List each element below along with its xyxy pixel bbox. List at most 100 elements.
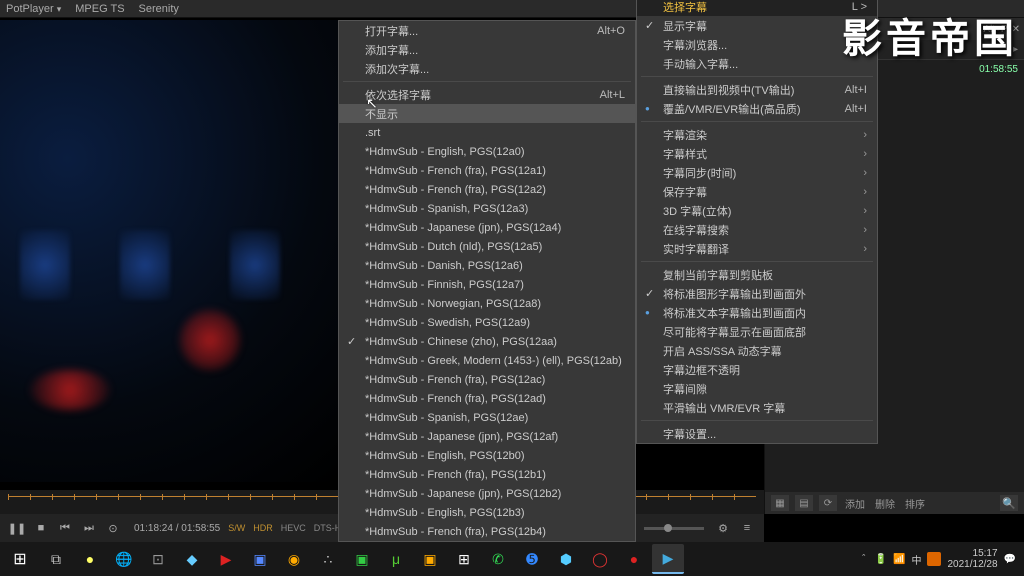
subtitle-track-item[interactable]: *HdmvSub - Japanese (jpn), PGS(12af) <box>339 427 635 446</box>
menu2-gap[interactable]: 字幕间隙 <box>637 379 877 398</box>
pause-button[interactable]: ❚❚ <box>6 518 28 538</box>
menu2-border-opaque[interactable]: 字幕边框不透明 <box>637 360 877 379</box>
subtitle-track-item[interactable]: *HdmvSub - Norwegian, PGS(12a8) <box>339 294 635 313</box>
subtitle-track-item[interactable]: *HdmvSub - Danish, PGS(12a6) <box>339 256 635 275</box>
menu-add-subtitle[interactable]: 添加字幕... <box>339 40 635 59</box>
app-icon[interactable]: ● <box>618 544 650 574</box>
tray-app-icon[interactable] <box>927 552 941 566</box>
menu-add-secondary-subtitle[interactable]: 添加次字幕... <box>339 59 635 78</box>
menu2-graphic-outside[interactable]: 将标准图形字幕输出到画面外 <box>637 284 877 303</box>
webcam-icon[interactable]: ⊙ <box>102 518 124 538</box>
app-icon[interactable]: ⊡ <box>142 544 174 574</box>
subtitle-track-item[interactable]: *HdmvSub - English, PGS(12a0) <box>339 142 635 161</box>
subtitle-track-item[interactable]: *HdmvSub - French (fra), PGS(12b4) <box>339 522 635 541</box>
subtitle-track-item[interactable]: *HdmvSub - Chinese (zho), PGS(12aa) <box>339 332 635 351</box>
app-icon[interactable]: ◆ <box>176 544 208 574</box>
menu2-translate[interactable]: 实时字幕翻译› <box>637 239 877 258</box>
playlist-add[interactable]: 添加 <box>843 496 867 511</box>
app-icon[interactable]: ▣ <box>244 544 276 574</box>
menu2-style[interactable]: 字幕样式› <box>637 144 877 163</box>
start-button[interactable]: ⊞ <box>2 544 38 574</box>
menu-srt[interactable]: .srt <box>339 123 635 142</box>
taskview-icon[interactable]: ⧉ <box>40 544 72 574</box>
settings-icon[interactable]: ⚙ <box>712 518 734 538</box>
subtitle-track-item[interactable]: *HdmvSub - Finnish, PGS(12a7) <box>339 275 635 294</box>
app-icon[interactable]: ▣ <box>346 544 378 574</box>
subtitle-track-item[interactable]: *HdmvSub - Japanese (jpn), PGS(12b2) <box>339 484 635 503</box>
app-icon[interactable]: ⊞ <box>448 544 480 574</box>
menu2-sync[interactable]: 字幕同步(时间)› <box>637 163 877 182</box>
time-display: 01:18:24 / 01:58:55 <box>134 523 220 534</box>
menu2-online-search[interactable]: 在线字幕搜索› <box>637 220 877 239</box>
app-icon[interactable]: ∴ <box>312 544 344 574</box>
subtitle-track-item[interactable]: *HdmvSub - English, PGS(12b0) <box>339 446 635 465</box>
video-viewport[interactable] <box>0 20 338 482</box>
app-icon[interactable]: ◉ <box>278 544 310 574</box>
playlist-btn-a[interactable]: ▦ <box>771 495 789 511</box>
menu2-bottom-display[interactable]: 尽可能将字幕显示在画面底部 <box>637 322 877 341</box>
app-icon[interactable]: ✆ <box>482 544 514 574</box>
menu2-subtitle-browser[interactable]: 字幕浏览器... <box>637 35 877 54</box>
subtitle-track-item[interactable]: *HdmvSub - French (fra), PGS(12ac) <box>339 370 635 389</box>
subtitle-track-item[interactable]: *HdmvSub - French (fra), PGS(12a1) <box>339 161 635 180</box>
stop-button[interactable]: ■ <box>30 518 52 538</box>
next-button[interactable]: ⏭ <box>78 518 100 538</box>
tray-chevron-icon[interactable]: ＾ <box>859 552 869 567</box>
playlist-btn-b[interactable]: ▤ <box>795 495 813 511</box>
menu-select-in-turn[interactable]: 依次选择字幕Alt+L <box>339 85 635 104</box>
menu2-show-subtitle[interactable]: 显示字幕 <box>637 16 877 35</box>
subtitle-track-item[interactable]: *HdmvSub - Spanish, PGS(12a3) <box>339 199 635 218</box>
menu-no-display[interactable]: 不显示 <box>339 104 635 123</box>
app-icon[interactable]: ● <box>74 544 106 574</box>
tray-wifi-icon[interactable]: 📶 <box>893 554 905 565</box>
tag-hevc: HEVC <box>281 523 306 533</box>
prev-button[interactable]: ⏮ <box>54 518 76 538</box>
potplayer-task-icon[interactable]: ▶ <box>652 544 684 574</box>
app-icon[interactable]: 🌐 <box>108 544 140 574</box>
subtitle-track-item[interactable]: *HdmvSub - French (fra), PGS(12ad) <box>339 389 635 408</box>
app-icon[interactable]: ▣ <box>414 544 446 574</box>
app-icon[interactable]: ➎ <box>516 544 548 574</box>
menu2-overlay-output[interactable]: 覆盖/VMR/EVR输出(高品质)Alt+I <box>637 99 877 118</box>
menu2-3d[interactable]: 3D 字幕(立体)› <box>637 201 877 220</box>
system-tray[interactable]: ＾ 🔋 📶 中 15:17 2021/12/28 💬 <box>859 548 1022 570</box>
menu2-ass-ssa[interactable]: 开启 ASS/SSA 动态字幕 <box>637 341 877 360</box>
volume-slider[interactable] <box>644 527 704 530</box>
playlist-btn-c[interactable]: ⟳ <box>819 495 837 511</box>
menu2-manual-input[interactable]: 手动输入字幕... <box>637 54 877 73</box>
app-icon[interactable]: ▶ <box>210 544 242 574</box>
menu2-save[interactable]: 保存字幕› <box>637 182 877 201</box>
menu2-smooth-vmr[interactable]: 平滑输出 VMR/EVR 字幕 <box>637 398 877 417</box>
app-icon[interactable]: ◯ <box>584 544 616 574</box>
playlist-toggle-icon[interactable]: ≡ <box>736 518 758 538</box>
subtitle-track-item[interactable]: *HdmvSub - Dutch (nld), PGS(12a5) <box>339 237 635 256</box>
playlist-sort[interactable]: 排序 <box>903 496 927 511</box>
app-icon[interactable]: μ <box>380 544 412 574</box>
menu-group-open: 打开字幕...Alt+O 添加字幕... 添加次字幕... <box>339 21 635 78</box>
menu2-copy-clipboard[interactable]: 复制当前字幕到剪贴板 <box>637 265 877 284</box>
menu2-render[interactable]: 字幕渲染› <box>637 125 877 144</box>
menu2-settings[interactable]: 字幕设置... <box>637 424 877 443</box>
tray-ime-icon[interactable]: 中 <box>911 552 921 567</box>
app-name[interactable]: PotPlayer <box>6 3 61 15</box>
subtitle-track-item[interactable]: *HdmvSub - Japanese (jpn), PGS(12a4) <box>339 218 635 237</box>
notification-icon[interactable]: 💬 <box>1004 554 1016 565</box>
menu-open-subtitle[interactable]: 打开字幕...Alt+O <box>339 21 635 40</box>
menu2-title[interactable]: 选择字幕L > <box>637 0 877 16</box>
playlist-delete[interactable]: 删除 <box>873 496 897 511</box>
search-icon[interactable]: 🔍 <box>1000 495 1018 511</box>
windows-taskbar: ⊞ ⧉ ● 🌐 ⊡ ◆ ▶ ▣ ◉ ∴ ▣ μ ▣ ⊞ ✆ ➎ ⬢ ◯ ● ▶ … <box>0 542 1024 576</box>
subtitle-track-item[interactable]: *HdmvSub - French (fra), PGS(12a2) <box>339 180 635 199</box>
tag-hdr: HDR <box>253 523 273 533</box>
clock[interactable]: 15:17 2021/12/28 <box>947 548 997 570</box>
subtitle-track-item[interactable]: *HdmvSub - Spanish, PGS(12ae) <box>339 408 635 427</box>
menu2-text-inside[interactable]: 将标准文本字幕输出到画面内 <box>637 303 877 322</box>
subtitle-track-item[interactable]: *HdmvSub - French (fra), PGS(12b1) <box>339 465 635 484</box>
file-title: Serenity <box>139 3 179 15</box>
menu2-direct-output[interactable]: 直接输出到视频中(TV输出)Alt+I <box>637 80 877 99</box>
subtitle-track-item[interactable]: *HdmvSub - Swedish, PGS(12a9) <box>339 313 635 332</box>
app-icon[interactable]: ⬢ <box>550 544 582 574</box>
subtitle-track-item[interactable]: *HdmvSub - Greek, Modern (1453-) (ell), … <box>339 351 635 370</box>
tray-battery-icon[interactable]: 🔋 <box>875 554 887 565</box>
subtitle-track-item[interactable]: *HdmvSub - English, PGS(12b3) <box>339 503 635 522</box>
